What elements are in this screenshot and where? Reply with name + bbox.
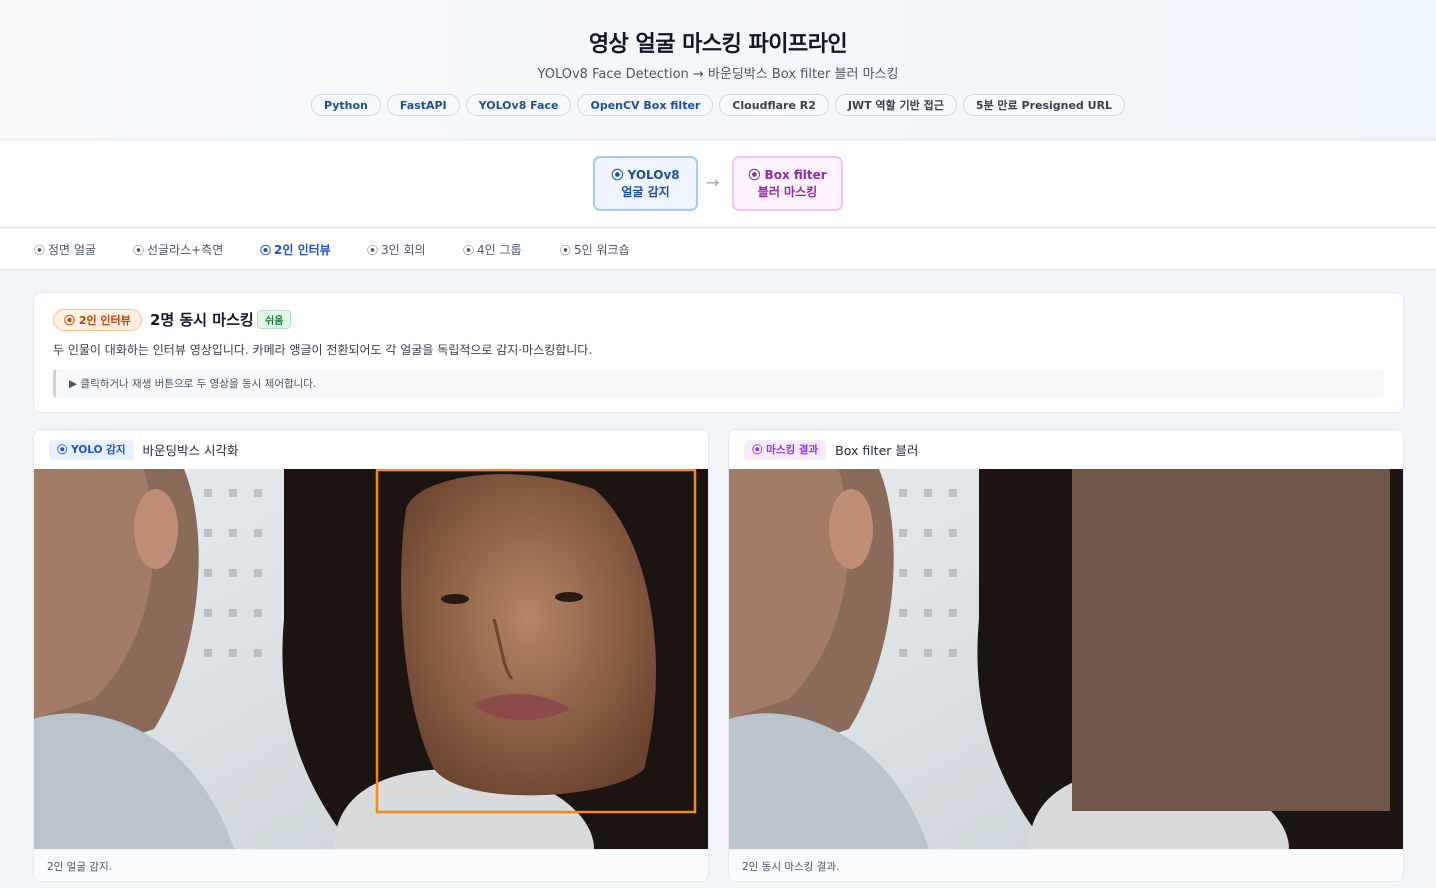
tag-fastapi: FastAPI [386, 94, 460, 116]
scenario-info-card: ⦿ 2인 인터뷰 2명 동시 마스킹 쉬움 두 인물이 대화하는 인터뷰 영상입… [33, 292, 1404, 413]
target-icon: ⦿ [560, 243, 571, 257]
tab-label: 3인 회의 [381, 243, 426, 257]
tab-label: 2인 인터뷰 [274, 243, 331, 257]
tech-tags: Python FastAPI YOLOv8 Face OpenCV Box fi… [0, 94, 1436, 116]
tab-label: 선글라스+측면 [147, 243, 224, 257]
panel-header: ⦿ YOLO 감지 바운딩박스 시각화 [34, 430, 708, 469]
target-icon: ⦿ [611, 167, 624, 182]
tab-label: 4인 그룹 [477, 243, 522, 257]
masking-chip: ⦿ 마스킹 결과 [744, 439, 827, 460]
pipeline-diagram: ⦿ YOLOv8 얼굴 감지 → ⦿ Box filter 블러 마스킹 [0, 141, 1436, 228]
difficulty-badge: 쉬움 [257, 310, 292, 329]
tab-four-person-group[interactable]: ⦿ 4인 그룹 [463, 229, 522, 270]
stage-title: Box filter [764, 167, 827, 182]
target-icon: ⦿ [260, 243, 271, 257]
target-icon: ⦿ [367, 243, 378, 257]
tab-label: 5인 워크숍 [574, 243, 630, 257]
playback-hint: ▶ 클릭하거나 재생 버튼으로 두 영상을 동시 제어합니다. [53, 369, 1384, 398]
pipeline-stage-detect: ⦿ YOLOv8 얼굴 감지 [593, 156, 698, 211]
tag-python: Python [310, 94, 381, 116]
arrow-right-icon: → [706, 173, 720, 192]
tag-opencv: OpenCV Box filter [577, 94, 714, 116]
masking-panel: ⦿ 마스킹 결과 Box filter 블러 2인 동시 마스킹 결과. [728, 429, 1404, 882]
panel-label: Box filter 블러 [835, 443, 919, 458]
page-header: 영상 얼굴 마스킹 파이프라인 YOLOv8 Face Detection → … [0, 0, 1436, 140]
stage-title: YOLOv8 [627, 167, 680, 182]
tag-jwt: JWT 역할 기반 접근 [834, 94, 957, 116]
tab-frontal-face[interactable]: ⦿ 정면 얼굴 [34, 229, 96, 270]
masking-video[interactable] [729, 469, 1403, 849]
target-icon: ⦿ [133, 243, 144, 257]
target-icon: ⦿ [463, 243, 474, 257]
detection-video[interactable] [34, 469, 708, 849]
scenario-title: 2명 동시 마스킹 [150, 311, 254, 329]
panel-header: ⦿ 마스킹 결과 Box filter 블러 [729, 430, 1403, 469]
tab-label: 정면 얼굴 [48, 243, 96, 257]
pipeline-stage-blur: ⦿ Box filter 블러 마스킹 [732, 156, 843, 211]
detection-panel: ⦿ YOLO 감지 바운딩박스 시각화 2인 얼굴 감지. [33, 429, 709, 882]
page-subtitle: YOLOv8 Face Detection → 바운딩박스 Box filter… [537, 67, 899, 82]
tag-yolov8-face: YOLOv8 Face [465, 94, 572, 116]
target-icon: ⦿ [748, 167, 761, 182]
page-title: 영상 얼굴 마스킹 파이프라인 [588, 32, 848, 57]
panel-caption: 2인 동시 마스킹 결과. [729, 849, 1403, 881]
scenario-description: 두 인물이 대화하는 인터뷰 영상입니다. 카메라 앵글이 전환되어도 각 얼굴… [53, 343, 593, 357]
tab-two-person-interview[interactable]: ⦿ 2인 인터뷰 [260, 229, 331, 270]
panel-label: 바운딩박스 시각화 [142, 443, 239, 458]
tag-presigned-url: 5분 만료 Presigned URL [962, 94, 1126, 116]
stage-subtitle: 얼굴 감지 [621, 184, 670, 199]
video-frame [729, 469, 1403, 849]
tab-sunglasses-side[interactable]: ⦿ 선글라스+측면 [133, 229, 223, 270]
scenario-tabs: ⦿ 정면 얼굴 ⦿ 선글라스+측면 ⦿ 2인 인터뷰 ⦿ 3인 회의 ⦿ 4인 그룹 ⦿ 5… [0, 229, 1436, 270]
detection-chip: ⦿ YOLO 감지 [49, 439, 134, 460]
video-frame [34, 469, 708, 849]
scenario-badge: ⦿ 2인 인터뷰 [53, 309, 142, 331]
panel-caption: 2인 얼굴 감지. [34, 849, 708, 881]
target-icon: ⦿ [34, 243, 45, 257]
tab-three-person-meeting[interactable]: ⦿ 3인 회의 [367, 229, 426, 270]
tag-cloudflare: Cloudflare R2 [719, 94, 829, 116]
stage-subtitle: 블러 마스킹 [757, 184, 818, 199]
tab-five-person-workshop[interactable]: ⦿ 5인 워크숍 [560, 229, 630, 270]
